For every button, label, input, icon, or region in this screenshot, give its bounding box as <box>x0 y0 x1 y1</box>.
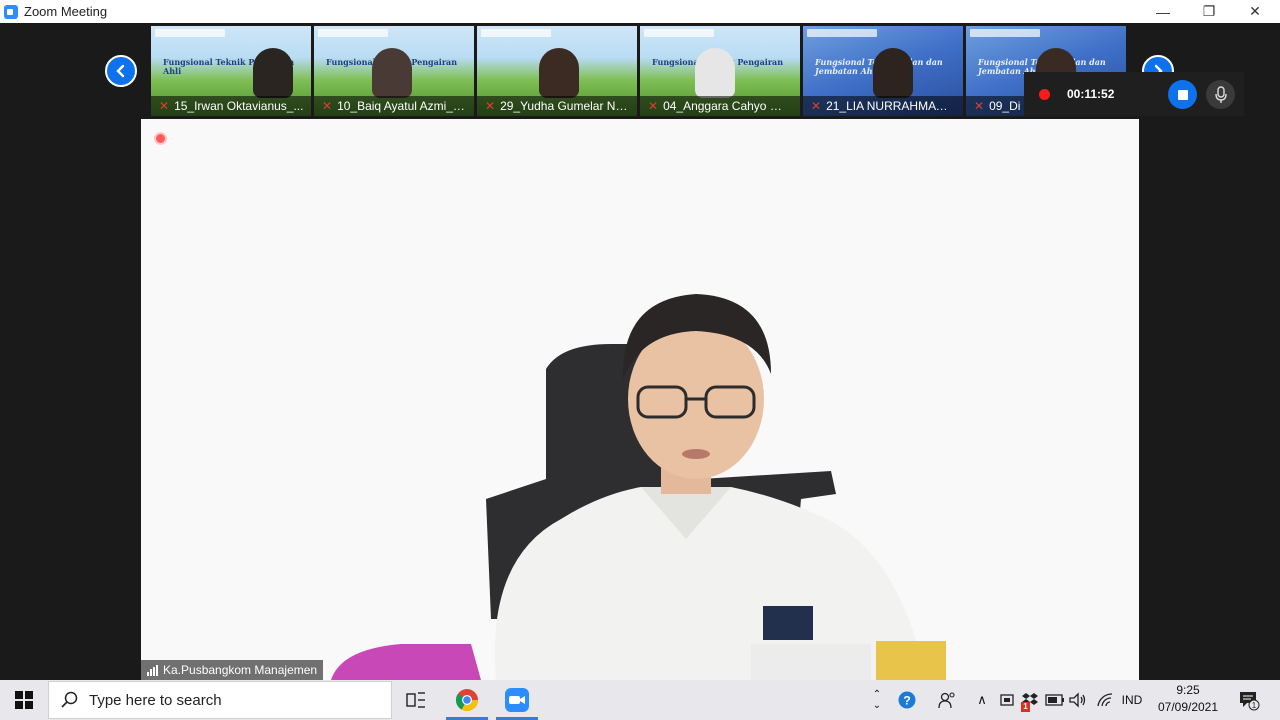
microphone-icon <box>1214 85 1227 103</box>
help-tray-button[interactable]: ? <box>894 680 920 720</box>
mic-muted-icon: ✕ <box>811 99 822 113</box>
mic-muted-icon: ✕ <box>648 99 659 113</box>
participant-name: 15_Irwan Oktavianus_... <box>174 99 304 113</box>
signal-strength-icon <box>147 664 158 676</box>
active-speaker-video: Ka.Pusbangkom Manajemen <box>141 119 1139 680</box>
clock-date: 07/09/2021 <box>1157 700 1219 714</box>
help-icon: ? <box>898 691 916 709</box>
wifi-icon <box>1097 693 1113 707</box>
participant-tile[interactable]: ✕ 29_Yudha Gumelar Nu... <box>477 26 637 116</box>
chevron-down-icon: ⌄ <box>872 700 882 711</box>
tray-badge: 1 <box>1021 702 1030 712</box>
slide-banner <box>155 29 225 37</box>
mic-muted-icon: ✕ <box>974 99 985 113</box>
chevron-up-icon: ⌃ <box>872 689 882 700</box>
participant-name: 21_LIA NURRAHMAWA... <box>826 99 957 113</box>
participant-gallery: Fungsional Teknik Pengairan Ahli ✕ 15_Irwa… <box>151 26 1126 116</box>
slide-banner <box>318 29 388 37</box>
volume-tray-button[interactable] <box>1068 680 1088 720</box>
restore-button[interactable]: ❐ <box>1186 0 1232 23</box>
battery-icon <box>1045 694 1064 706</box>
windows-logo-icon <box>15 691 33 709</box>
close-button[interactable]: ✕ <box>1232 0 1278 23</box>
participant-tile[interactable]: Fungsional Teknik Jalan dan Jembatan Ahl… <box>803 26 963 116</box>
search-icon <box>61 691 78 708</box>
meeting-area: Fungsional Teknik Pengairan Ahli ✕ 15_Irwa… <box>0 23 1280 680</box>
action-center-button[interactable]: 1 <box>1234 680 1264 720</box>
participant-name-bar: ✕ 15_Irwan Oktavianus_... <box>151 96 311 116</box>
tray-app-button[interactable] <box>996 680 1018 720</box>
clock-time: 9:25 <box>1176 683 1200 697</box>
window-title: Zoom Meeting <box>24 4 108 19</box>
participant-name: 04_Anggara Cahyo Wi... <box>663 99 794 113</box>
mic-muted-icon: ✕ <box>159 99 170 113</box>
show-hidden-icons-button[interactable]: ∧ <box>972 680 992 720</box>
participant-tile[interactable]: Fungsional Teknik Pengairan Ahli ✕ 15_Irwa… <box>151 26 311 116</box>
participant-tile[interactable]: Fungsional Teknik Pengairan✕10_Baiq Ayat… <box>314 26 474 116</box>
participant-name-bar: ✕ 04_Anggara Cahyo Wi... <box>640 96 800 116</box>
battery-tray-button[interactable] <box>1044 680 1066 720</box>
mic-muted-icon: ✕ <box>322 99 333 113</box>
input-language[interactable]: IND <box>1116 680 1148 720</box>
mic-muted-icon: ✕ <box>485 99 496 113</box>
tray-scroll-arrows[interactable]: ⌃ ⌄ <box>868 680 886 720</box>
participant-name-bar: ✕ 29_Yudha Gumelar Nu... <box>477 96 637 116</box>
people-tray-button[interactable] <box>934 680 960 720</box>
minimize-button[interactable]: — <box>1140 0 1186 23</box>
task-view-icon <box>406 692 425 708</box>
recording-indicator-icon <box>154 132 167 145</box>
people-icon <box>938 692 955 709</box>
participant-tile[interactable]: Fungsional Teknik Pengairan✕04_Anggara C… <box>640 26 800 116</box>
participant-name: 10_Baiq Ayatul Azmi_B... <box>337 99 468 113</box>
dropbox-tray-button[interactable]: 1 <box>1018 680 1042 720</box>
participant-name-bar: ✕ 21_LIA NURRAHMAWA... <box>803 96 963 116</box>
recording-dot-icon <box>1039 88 1050 100</box>
active-speaker-name: Ka.Pusbangkom Manajemen <box>163 663 318 677</box>
slide-banner <box>807 29 877 37</box>
search-placeholder: Type here to search <box>89 691 222 709</box>
caret-up-icon: ∧ <box>977 692 987 707</box>
chrome-icon <box>456 689 478 711</box>
slide-banner <box>970 29 1040 37</box>
taskbar-chrome[interactable] <box>444 680 490 720</box>
notification-count: 1 <box>1252 701 1257 710</box>
taskbar-search-box[interactable]: Type here to search <box>48 681 392 719</box>
task-view-button[interactable] <box>393 680 439 720</box>
stop-recording-button[interactable] <box>1168 80 1197 109</box>
recording-panel: 00:11:52 <box>1024 72 1244 116</box>
participant-face <box>253 48 293 98</box>
speaker-icon <box>1069 692 1086 708</box>
participant-face <box>372 48 412 98</box>
svg-text:?: ? <box>903 694 910 708</box>
title-bar: Zoom Meeting — ❐ ✕ <box>0 0 1280 23</box>
speaker-scene <box>331 294 946 680</box>
gallery-prev-button[interactable] <box>105 55 137 87</box>
slide-banner <box>644 29 714 37</box>
chevron-left-icon <box>116 64 125 78</box>
taskbar-clock[interactable]: 9:25 07/09/2021 <box>1152 682 1224 718</box>
network-tray-button[interactable] <box>1094 680 1116 720</box>
zoom-icon <box>505 688 529 712</box>
stop-icon <box>1177 89 1188 100</box>
microphone-button[interactable] <box>1206 80 1235 109</box>
notification-icon: 1 <box>1240 692 1260 711</box>
participant-name-bar: ✕ 10_Baiq Ayatul Azmi_B... <box>314 96 474 116</box>
recording-timer: 00:11:52 <box>1067 87 1115 101</box>
zoom-app-icon <box>4 4 18 19</box>
participant-name: 29_Yudha Gumelar Nu... <box>500 99 631 113</box>
participant-face <box>695 48 735 98</box>
device-icon <box>1000 694 1014 706</box>
participant-face <box>539 48 579 98</box>
participant-face <box>873 48 913 98</box>
windows-taskbar: Type here to search ⌃ ⌄ ? ∧ 1 IND 9:25 0… <box>0 680 1280 720</box>
active-speaker-label: Ka.Pusbangkom Manajemen <box>141 660 324 680</box>
taskbar-zoom[interactable] <box>494 680 540 720</box>
slide-banner <box>481 29 551 37</box>
start-button[interactable] <box>0 680 48 720</box>
